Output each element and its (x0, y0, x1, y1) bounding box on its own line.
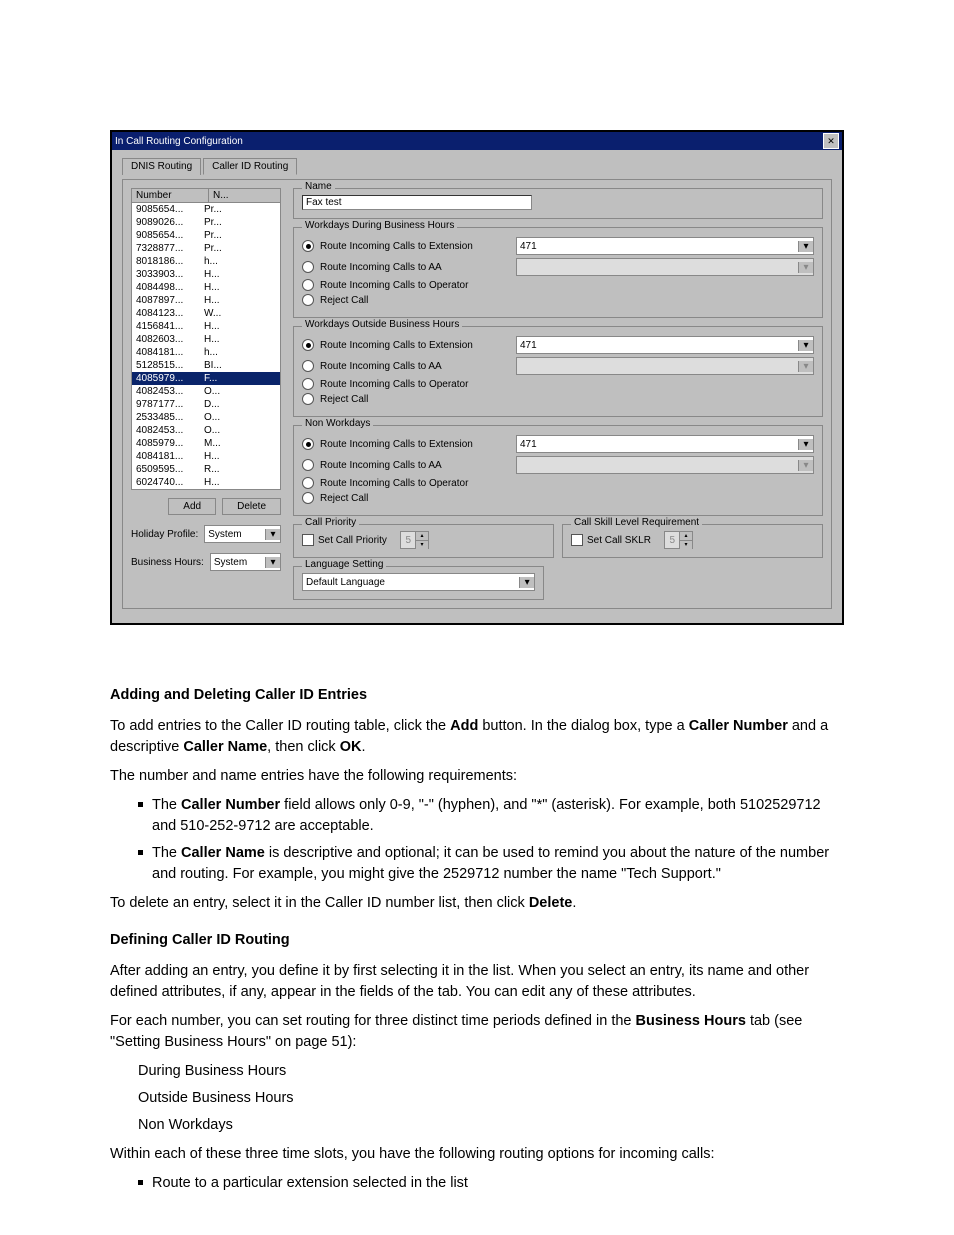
set-call-priority-label: Set Call Priority (318, 535, 387, 546)
table-row[interactable]: 4082453...O... (132, 424, 280, 437)
holiday-profile-select[interactable]: System▾ (204, 525, 281, 543)
radio-route-extension[interactable] (302, 240, 314, 252)
business-hours-label: Business Hours: (131, 557, 204, 568)
table-row[interactable]: 6024740...H... (132, 476, 280, 489)
table-row[interactable]: 4085979...F... (132, 372, 280, 385)
chevron-down-icon: ▾ (798, 262, 813, 273)
paragraph: For each number, you can set routing for… (110, 1011, 844, 1053)
list-item: The Caller Name is descriptive and optio… (138, 843, 844, 885)
table-row[interactable]: 4082453...O... (132, 385, 280, 398)
chevron-down-icon[interactable]: ▾ (519, 577, 534, 588)
heading-adding-deleting: Adding and Deleting Caller ID Entries (110, 685, 844, 706)
paragraph: After adding an entry, you define it by … (110, 961, 844, 1003)
extension-select[interactable]: 471▾ (516, 237, 814, 255)
paragraph: The number and name entries have the fol… (110, 766, 844, 787)
language-select[interactable]: Default Language▾ (302, 573, 535, 591)
table-row[interactable]: 4084123...W... (132, 307, 280, 320)
aa-select: ▾ (516, 258, 814, 276)
radio-route-extension[interactable] (302, 438, 314, 450)
aa-select: ▾ (516, 456, 814, 474)
tab-caller-id-routing[interactable]: Caller ID Routing (203, 158, 297, 175)
chevron-down-icon[interactable]: ▾ (265, 529, 280, 540)
list-item: The Caller Number field allows only 0-9,… (138, 795, 844, 837)
list-item: Route to a particular extension selected… (138, 1173, 844, 1194)
table-row[interactable]: 6509595...R... (132, 463, 280, 476)
call-sklr-stepper[interactable]: 5▴▾ (664, 531, 693, 549)
list-item: Outside Business Hours (138, 1088, 844, 1109)
table-row[interactable]: 4085979...M... (132, 437, 280, 450)
call-priority-title: Call Priority (302, 517, 359, 528)
chevron-down-icon[interactable]: ▾ (798, 241, 813, 252)
document-body: Adding and Deleting Caller ID Entries To… (110, 685, 844, 1194)
column-name[interactable]: N... (209, 189, 280, 202)
table-row[interactable]: 9085654...Pr... (132, 229, 280, 242)
table-row[interactable]: 2533485...O... (132, 411, 280, 424)
table-row[interactable]: 9787177...D... (132, 398, 280, 411)
table-row[interactable]: 4087897...H... (132, 294, 280, 307)
group-title: Workdays Outside Business Hours (302, 319, 462, 330)
radio-route-operator[interactable] (302, 378, 314, 390)
radio-route-extension[interactable] (302, 339, 314, 351)
group-title: Workdays During Business Hours (302, 220, 457, 231)
holiday-profile-label: Holiday Profile: (131, 529, 198, 540)
radio-route-operator[interactable] (302, 477, 314, 489)
close-icon[interactable]: ✕ (823, 133, 839, 149)
table-row[interactable]: 4084181...H... (132, 450, 280, 463)
radio-route-operator[interactable] (302, 279, 314, 291)
chevron-down-icon: ▾ (798, 361, 813, 372)
delete-button[interactable]: Delete (222, 498, 281, 515)
list-item: During Business Hours (138, 1061, 844, 1082)
dialog-in-call-routing: In Call Routing Configuration ✕ DNIS Rou… (110, 130, 844, 625)
group-title: Non Workdays (302, 418, 373, 429)
radio-reject-call[interactable] (302, 492, 314, 504)
table-row[interactable]: 8018186...h... (132, 255, 280, 268)
extension-select[interactable]: 471▾ (516, 435, 814, 453)
set-call-priority-checkbox[interactable] (302, 534, 314, 546)
radio-route-aa[interactable] (302, 459, 314, 471)
table-row[interactable]: 3033903...H... (132, 268, 280, 281)
radio-route-aa[interactable] (302, 360, 314, 372)
table-row[interactable]: 4084498...H... (132, 281, 280, 294)
radio-reject-call[interactable] (302, 294, 314, 306)
heading-defining-routing: Defining Caller ID Routing (110, 930, 844, 951)
set-call-sklr-checkbox[interactable] (571, 534, 583, 546)
table-row[interactable]: 5128515...BI... (132, 359, 280, 372)
chevron-down-icon: ▾ (798, 460, 813, 471)
paragraph: To delete an entry, select it in the Cal… (110, 893, 844, 914)
table-row[interactable]: 4082603...H... (132, 333, 280, 346)
aa-select: ▾ (516, 357, 814, 375)
language-setting-title: Language Setting (302, 559, 386, 570)
caller-id-list[interactable]: 9085654...Pr...9089026...Pr...9085654...… (131, 203, 281, 490)
tab-dnis-routing[interactable]: DNIS Routing (122, 158, 201, 175)
list-item: Non Workdays (138, 1115, 844, 1136)
titlebar: In Call Routing Configuration ✕ (112, 132, 842, 150)
chevron-down-icon[interactable]: ▾ (798, 439, 813, 450)
paragraph: Within each of these three time slots, y… (110, 1144, 844, 1165)
table-row[interactable]: 9085654...Pr... (132, 203, 280, 216)
dialog-title: In Call Routing Configuration (115, 136, 243, 147)
table-row[interactable]: 7328877...Pr... (132, 242, 280, 255)
table-header: Number N... (131, 188, 281, 203)
call-sklr-title: Call Skill Level Requirement (571, 517, 702, 528)
extension-select[interactable]: 471▾ (516, 336, 814, 354)
name-group-title: Name (302, 181, 335, 192)
table-row[interactable]: 4084181...h... (132, 346, 280, 359)
radio-route-aa[interactable] (302, 261, 314, 273)
table-row[interactable]: 4156841...H... (132, 320, 280, 333)
name-field[interactable]: Fax test (302, 195, 532, 210)
add-button[interactable]: Add (168, 498, 216, 515)
column-number[interactable]: Number (132, 189, 209, 202)
call-priority-stepper[interactable]: 5▴▾ (400, 531, 429, 549)
chevron-down-icon[interactable]: ▾ (798, 340, 813, 351)
set-call-sklr-label: Set Call SKLR (587, 535, 651, 546)
table-row[interactable]: 9089026...Pr... (132, 216, 280, 229)
paragraph: To add entries to the Caller ID routing … (110, 716, 844, 758)
radio-reject-call[interactable] (302, 393, 314, 405)
business-hours-select[interactable]: System▾ (210, 553, 281, 571)
chevron-down-icon[interactable]: ▾ (265, 557, 280, 568)
